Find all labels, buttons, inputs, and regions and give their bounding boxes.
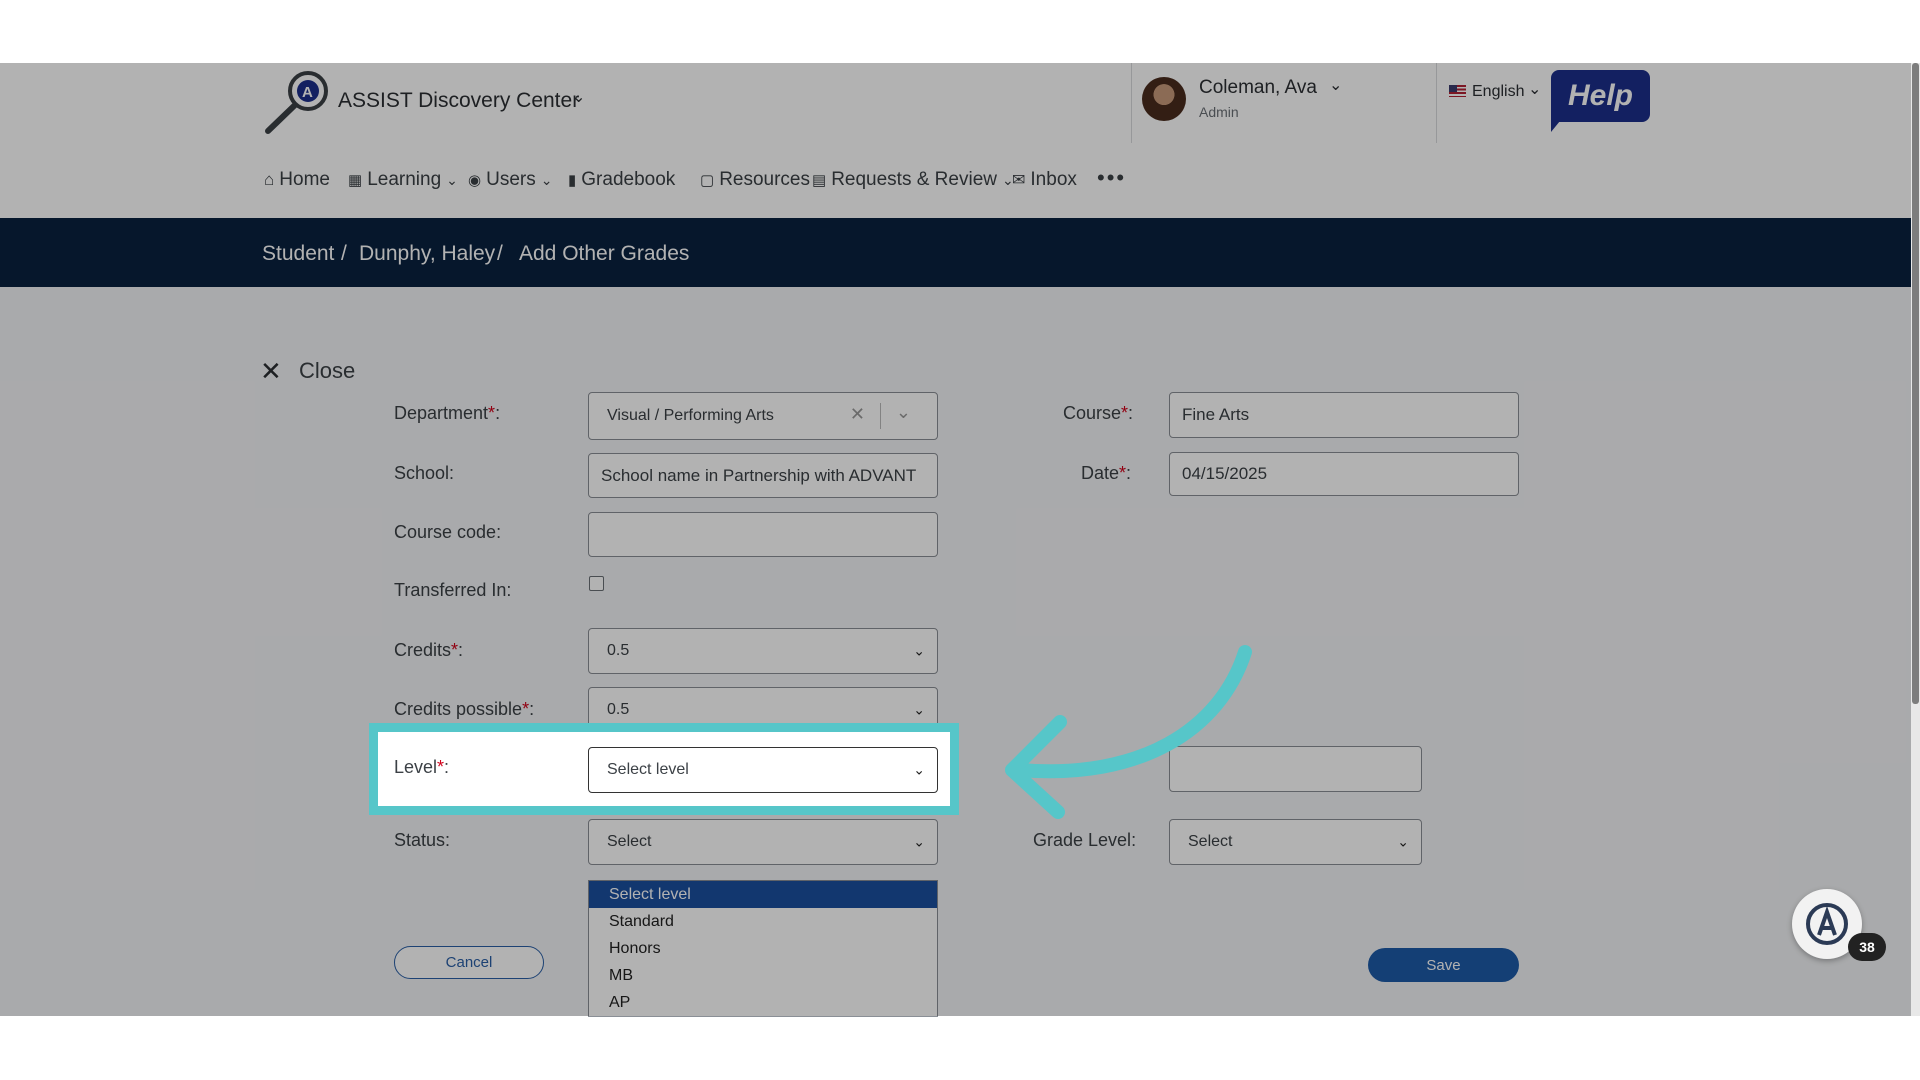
chevron-down-icon[interactable]: ⌄ (1528, 79, 1541, 99)
help-bubble-tail (1551, 110, 1569, 132)
user-role: Admin (1199, 104, 1239, 120)
nav-label: Home (279, 169, 330, 190)
breadcrumb-separator: / (341, 242, 347, 265)
nav-label: Resources (719, 169, 811, 190)
us-flag-icon (1449, 85, 1466, 97)
chevron-down-icon: ⌄ (446, 171, 458, 188)
department-value: Visual / Performing Arts (607, 407, 774, 424)
language-select[interactable]: English (1472, 83, 1524, 101)
nav-learning[interactable]: ▦ Learning ⌄ (348, 169, 458, 191)
chevron-down-icon: ⌄ (540, 171, 553, 188)
scrollbar-thumb[interactable] (1912, 63, 1919, 704)
chevron-down-icon: ⌄ (913, 642, 925, 659)
annotation-arrow-icon (1005, 645, 1252, 819)
nav-home[interactable]: ⌂ Home (264, 169, 330, 191)
nav-requests-review[interactable]: ▤ Requests & Review ⌄ (812, 169, 1014, 191)
breadcrumb-current: Add Other Grades (519, 242, 690, 265)
chevron-down-icon: ⌄ (913, 701, 925, 718)
credits-label: Credits*: (394, 640, 464, 660)
user-name[interactable]: Coleman, Ava (1199, 77, 1317, 99)
department-select[interactable]: Visual / Performing Arts ✕ ⌄ (588, 392, 938, 440)
nav-label: Requests & Review (831, 169, 997, 190)
status-select[interactable]: Select ⌄ (588, 819, 938, 865)
nav-resources[interactable]: ▢ Resources (700, 169, 810, 191)
course-code-field[interactable] (588, 512, 938, 557)
status-label: Status: (394, 830, 451, 850)
home-icon: ⌂ (264, 170, 275, 189)
close-button[interactable]: Close (299, 358, 355, 384)
gradebook-icon: ▮ (568, 172, 577, 189)
credits-select[interactable]: 0.5 ⌄ (588, 628, 938, 674)
avatar[interactable] (1142, 77, 1186, 121)
chevron-down-icon: ⌄ (913, 833, 925, 850)
level-select[interactable]: Select level ⌄ (588, 747, 938, 793)
chevron-down-icon[interactable]: ⌄ (572, 87, 585, 107)
breadcrumb-separator: / (497, 242, 503, 265)
transferred-in-label: Transferred In: (394, 580, 512, 600)
grade-level-label: Grade Level: (1033, 830, 1137, 850)
more-menu-icon[interactable]: ••• (1097, 165, 1126, 191)
date-field[interactable]: 04/15/2025 (1169, 452, 1519, 496)
inbox-icon: ✉ (1012, 172, 1026, 189)
course-label: Course*: (1063, 403, 1134, 423)
school-field[interactable]: School name in Partnership with ADVANT (588, 453, 938, 498)
requests-icon: ▤ (812, 172, 827, 189)
save-button[interactable]: Save (1368, 948, 1519, 982)
chevron-down-icon: ⌄ (913, 761, 925, 778)
resources-icon: ▢ (700, 172, 715, 189)
chevron-down-icon[interactable]: ⌄ (1329, 75, 1342, 95)
date-label: Date*: (1081, 463, 1132, 483)
learning-icon: ▦ (348, 172, 363, 189)
nav-label: Gradebook (581, 169, 676, 190)
chevron-down-icon: ⌄ (1397, 833, 1409, 850)
course-field[interactable]: Fine Arts (1169, 392, 1519, 438)
users-icon: ◉ (468, 172, 482, 189)
nav-label: Users (486, 169, 536, 190)
breadcrumb-student-name[interactable]: Dunphy, Haley (359, 242, 495, 266)
credits-possible-label: Credits possible*: (394, 699, 535, 719)
level-label: Level*: (394, 757, 450, 777)
notification-badge: 38 (1848, 933, 1886, 961)
nav-users[interactable]: ◉ Users ⌄ (468, 169, 552, 191)
course-code-label: Course code: (394, 522, 502, 542)
app-title[interactable]: ASSIST Discovery Center (338, 89, 579, 113)
nav-label: Inbox (1030, 169, 1077, 190)
nav-label: Learning (367, 169, 442, 190)
clear-icon[interactable]: ✕ (850, 404, 865, 425)
nav-gradebook[interactable]: ▮ Gradebook (568, 169, 675, 191)
logo-icon: A (265, 71, 328, 134)
divider (1131, 63, 1132, 143)
close-icon[interactable]: ✕ (260, 356, 282, 387)
dropdown-dim (588, 880, 938, 1016)
chevron-down-icon[interactable]: ⌄ (896, 402, 911, 423)
divider (880, 403, 881, 429)
divider (1436, 63, 1437, 143)
breadcrumb-student[interactable]: Student (262, 242, 334, 266)
cancel-button[interactable]: Cancel (394, 946, 544, 979)
svg-text:A: A (302, 84, 313, 101)
school-label: School: (394, 463, 455, 483)
transferred-in-checkbox[interactable] (589, 576, 604, 591)
department-label: Department*: (394, 403, 501, 423)
nav-inbox[interactable]: ✉ Inbox (1012, 169, 1077, 191)
